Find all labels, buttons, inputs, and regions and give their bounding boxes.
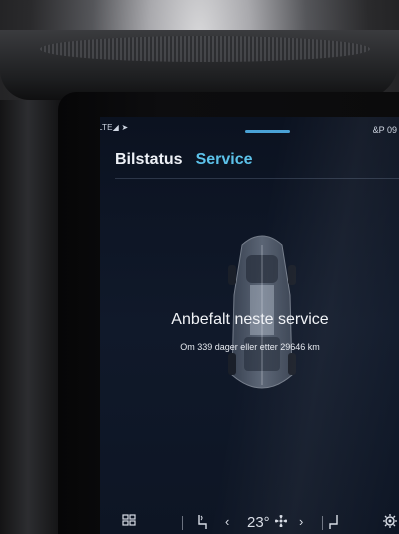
tab-bar: Bilstatus Service xyxy=(115,151,253,175)
temperature-display[interactable]: 23° xyxy=(247,514,270,531)
tab-divider xyxy=(115,178,399,179)
tab-service[interactable]: Service xyxy=(196,151,253,175)
grid-icon[interactable] xyxy=(122,514,136,529)
climate-bar: ‹ 23° › xyxy=(100,510,399,534)
fan-icon[interactable] xyxy=(274,514,288,531)
signal-status: LTE◢ ➤ xyxy=(100,123,129,132)
seat-heat-left-icon[interactable] xyxy=(196,514,208,533)
service-subtitle: Om 339 dager eller etter 29646 km xyxy=(180,342,320,352)
separator-right xyxy=(322,516,323,530)
seat-heat-right-icon[interactable] xyxy=(328,514,340,533)
infotainment-screen: LTE◢ ➤ &P 09 Bilstatus Service Anbefalt … xyxy=(100,117,399,534)
temp-increase-button[interactable]: › xyxy=(299,514,303,529)
status-right: &P 09 xyxy=(372,125,397,135)
drag-handle[interactable] xyxy=(245,130,290,133)
settings-gear-icon[interactable] xyxy=(383,514,397,531)
separator-left xyxy=(182,516,183,530)
service-title: Anbefalt neste service xyxy=(171,311,329,328)
speaker-grille xyxy=(40,36,370,62)
temp-decrease-button[interactable]: ‹ xyxy=(225,514,229,529)
tab-bilstatus[interactable]: Bilstatus xyxy=(115,151,183,175)
status-bar: LTE◢ ➤ &P 09 xyxy=(100,117,399,137)
